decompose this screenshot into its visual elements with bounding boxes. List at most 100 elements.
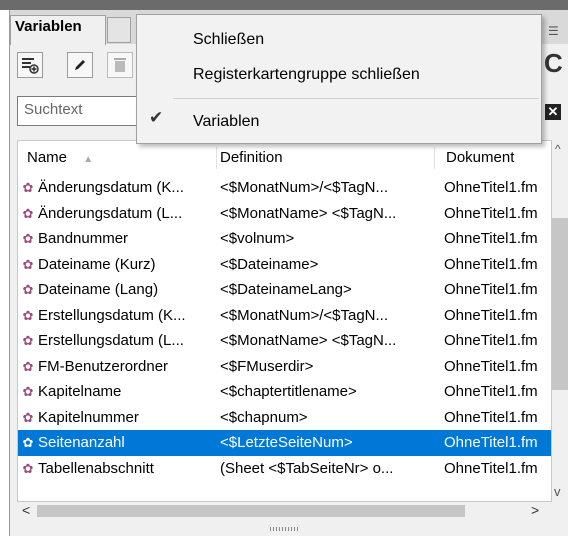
variable-definition: <$MonatNum>/<$TagN... [220,179,389,196]
variable-gear-icon: ✿ [22,231,34,246]
menu-item-close[interactable]: Schließen [193,31,264,49]
resize-grip[interactable] [270,527,300,531]
table-row[interactable]: ✿ FM-Benutzerordner <$FMuserdir> OhneTitel1… [18,354,551,380]
cell-name: ✿ Dateiname (Lang) [18,277,216,303]
table-row[interactable]: ✿ Seitenanzahl <$LetzteSeiteNum> OhneTitel1… [18,430,551,456]
column-header-name[interactable]: Name ▲ [27,141,93,175]
delete-variable-button[interactable] [107,52,133,78]
variable-name: Änderungsdatum (L... [38,204,183,222]
variable-document: OhneTitel1.fm [444,306,538,324]
scroll-right-icon[interactable]: > [531,502,539,518]
column-header-definition[interactable]: Definition [220,141,283,175]
table-row[interactable]: ✿ Änderungsdatum (L... <$MonatName> <$TagN… [18,201,551,227]
cell-name: ✿ Seitenanzahl [18,430,216,456]
variable-definition: <$volnum> [220,230,295,247]
panel-menu-icon[interactable]: ☰ [548,24,560,38]
variable-name: Erstellungsdatum (K... [38,306,186,324]
search-placeholder: Suchtext [24,101,83,118]
cell-name: ✿ Tabellenabschnitt [18,456,216,482]
variable-name: Erstellungsdatum (L... [38,332,184,349]
column-header-label: Dokument [446,149,515,166]
tab-secondary[interactable] [107,17,131,43]
edit-variable-button[interactable] [67,52,93,78]
variable-gear-icon: ✿ [22,384,34,399]
table-row[interactable]: ✿ Bandnummer <$volnum> OhneTitel1.fm [18,226,551,252]
variable-document: OhneTitel1.fm [444,408,538,426]
variable-definition: <$chaptertitlename> [220,383,357,400]
cell-name: ✿ Kapitelname [18,379,216,405]
column-divider[interactable] [434,147,435,169]
panel-border [9,10,10,536]
new-variable-button[interactable] [17,52,43,78]
refresh-icon[interactable]: C [544,50,563,76]
table-row[interactable]: ✿ Dateiname (Kurz) <$Dateiname> OhneTitel1.… [18,252,551,278]
variable-gear-icon: ✿ [22,307,34,323]
variable-gear-icon: ✿ [22,358,34,374]
table-row[interactable]: ✿ Kapitelnummer <$chapnum> OhneTitel1.fm [18,405,551,431]
clear-search-icon[interactable]: ✕ [545,104,561,120]
cell-name: ✿ Dateiname (Kurz) [18,252,216,278]
variable-gear-icon: ✿ [22,409,34,425]
window-top-bar [0,0,568,10]
cell-name: ✿ FM-Benutzerordner [18,354,216,380]
variable-document: OhneTitel1.fm [444,255,538,273]
edit-pencil-icon [75,60,85,70]
variable-document: OhneTitel1.fm [444,383,538,400]
column-header-label: Definition [220,149,283,166]
variable-document: OhneTitel1.fm [444,230,538,247]
cell-name: ✿ Erstellungsdatum (K... [18,303,216,329]
variable-name: Tabellenabschnitt [38,459,154,477]
table-row[interactable]: ✿ Kapitelname <$chaptertitlename> OhneTitel… [18,379,551,405]
variable-gear-icon: ✿ [22,180,34,195]
variable-definition: <$MonatNum>/<$TagN... [220,306,389,324]
variable-definition: (Sheet <$TabSeiteNr> o... [220,459,394,477]
cell-name: ✿ Erstellungsdatum (L... [18,328,216,354]
menu-item-close-tab-group[interactable]: Registerkartengruppe schließen [193,66,420,84]
menu-item-variablen[interactable]: Variablen [193,113,259,131]
cell-name: ✿ Änderungsdatum (K... [18,175,216,201]
tab-label: Variablen [15,18,82,35]
variable-name: FM-Benutzerordner [38,357,169,375]
checkmark-icon: ✔ [149,108,164,127]
table-row[interactable]: ✿ Tabellenabschnitt (Sheet <$TabSeiteNr> o… [18,456,551,482]
tab-variablen[interactable]: Variablen [10,15,106,45]
variable-definition: <$Dateiname> [220,255,319,273]
horizontal-scroll-thumb[interactable] [37,505,465,517]
variable-gear-icon: ✿ [22,282,34,297]
menu-separator [173,98,539,99]
variable-document: OhneTitel1.fm [444,281,538,298]
table-row[interactable]: ✿ Erstellungsdatum (L... <$MonatName> <$Ta… [18,328,551,354]
scroll-up-icon[interactable]: ^ [555,142,561,156]
variable-gear-icon: ✿ [22,333,34,348]
cell-name: ✿ Bandnummer [18,226,216,252]
variable-name: Seitenanzahl [38,434,125,451]
scroll-left-icon[interactable]: < [22,502,30,518]
sort-ascending-icon: ▲ [83,154,94,165]
vertical-scroll-thumb[interactable] [552,218,568,390]
table-row[interactable]: ✿ Erstellungsdatum (K... <$MonatNum>/<$Tag… [18,303,551,329]
variable-document: OhneTitel1.fm [444,357,538,375]
variable-gear-icon: ✿ [22,256,34,272]
column-divider[interactable] [216,147,217,169]
variable-gear-icon: ✿ [22,205,34,221]
variable-name: Kapitelname [38,383,122,400]
cell-name: ✿ Kapitelnummer [18,405,216,431]
variable-definition: <$FMuserdir> [220,357,314,375]
variable-document: OhneTitel1.fm [444,434,538,451]
variable-name: Dateiname (Kurz) [38,255,156,273]
scroll-down-icon[interactable]: v [554,484,561,499]
table-row[interactable]: ✿ Dateiname (Lang) <$DateinameLang> OhneTit… [18,277,551,303]
variable-name: Kapitelnummer [38,408,139,426]
new-variable-icon [22,58,39,74]
search-input[interactable]: Suchtext [17,96,147,126]
variable-gear-icon: ✿ [22,460,34,476]
table-row[interactable]: ✿ Änderungsdatum (K... <$MonatNum>/<$TagN.… [18,175,551,201]
variable-name: Änderungsdatum (K... [38,179,184,196]
variable-document: OhneTitel1.fm [444,179,538,196]
variable-document: OhneTitel1.fm [444,332,538,349]
variables-table: Name ▲ Definition Dokument ✿ Änderungsdat… [17,140,552,502]
variable-definition: <$LetzteSeiteNum> [220,434,353,451]
column-header-document[interactable]: Dokument [446,141,514,175]
variable-name: Dateiname (Lang) [38,281,159,298]
variable-gear-icon: ✿ [22,435,34,450]
